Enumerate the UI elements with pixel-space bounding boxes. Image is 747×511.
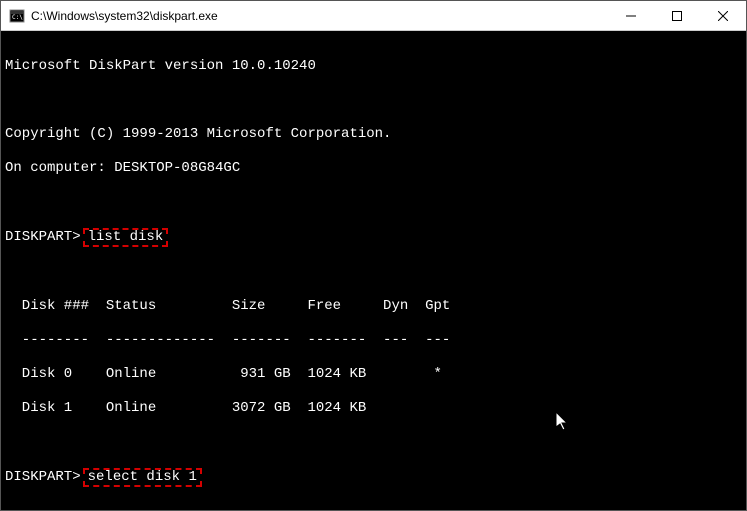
disk-table-header: Disk ### Status Size Free Dyn Gpt xyxy=(5,298,740,315)
minimize-button[interactable] xyxy=(608,1,654,31)
prompt-select-disk: DISKPART>select disk 1 xyxy=(5,468,740,487)
svg-text:C:\: C:\ xyxy=(12,14,23,21)
computer-line: On computer: DESKTOP-08G84GC xyxy=(5,160,740,177)
command-highlight: list disk xyxy=(83,228,169,247)
prompt-label: DISKPART> xyxy=(5,469,81,486)
table-row: Disk 1 Online 3072 GB 1024 KB xyxy=(5,400,740,417)
disk-table-divider: -------- ------------- ------- ------- -… xyxy=(5,332,740,349)
window-title: C:\Windows\system32\diskpart.exe xyxy=(31,9,608,23)
prompt-list-disk: DISKPART>list disk xyxy=(5,228,740,247)
blank-line xyxy=(5,264,740,281)
blank-line xyxy=(5,194,740,211)
copyright-line: Copyright (C) 1999-2013 Microsoft Corpor… xyxy=(5,126,740,143)
window-frame: C:\ C:\Windows\system32\diskpart.exe Mic… xyxy=(0,0,747,511)
titlebar[interactable]: C:\ C:\Windows\system32\diskpart.exe xyxy=(1,1,746,31)
prompt-label: DISKPART> xyxy=(5,229,81,246)
blank-line xyxy=(5,504,740,510)
terminal-output[interactable]: Microsoft DiskPart version 10.0.10240 Co… xyxy=(1,31,746,510)
blank-line xyxy=(5,92,740,109)
window-controls xyxy=(608,1,746,31)
close-button[interactable] xyxy=(700,1,746,31)
version-line: Microsoft DiskPart version 10.0.10240 xyxy=(5,58,740,75)
table-row: Disk 0 Online 931 GB 1024 KB * xyxy=(5,366,740,383)
maximize-button[interactable] xyxy=(654,1,700,31)
command-highlight: select disk 1 xyxy=(83,468,202,487)
blank-line xyxy=(5,434,740,451)
diskpart-icon: C:\ xyxy=(9,8,25,24)
